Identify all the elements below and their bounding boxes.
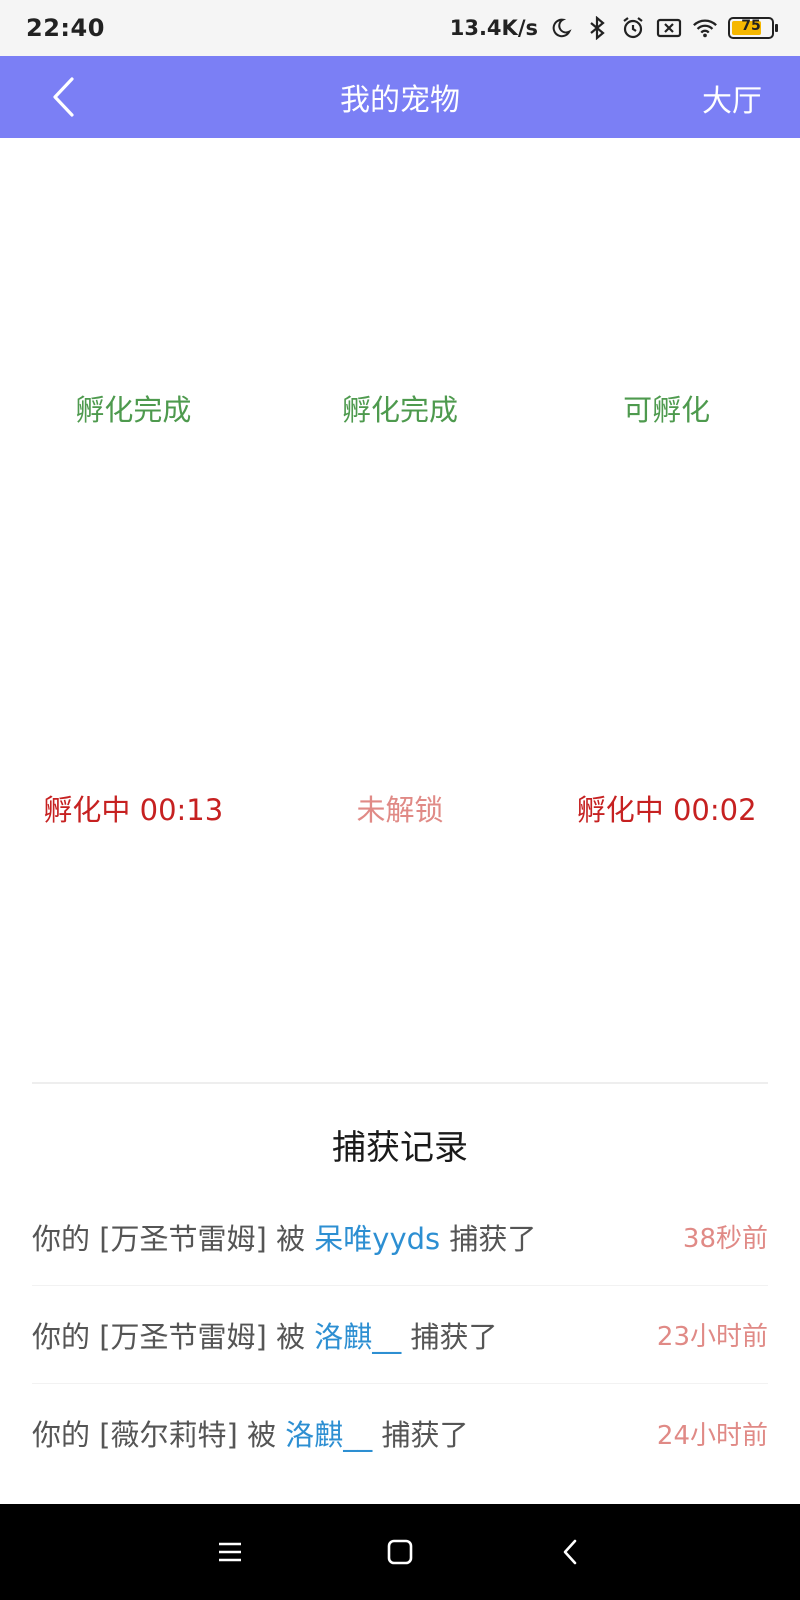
app-header: 我的宠物 大厅 xyxy=(0,56,800,138)
record-time: 23小时前 xyxy=(656,1322,768,1352)
pet-slot-5[interactable]: 未解锁 xyxy=(267,748,534,868)
list-item: 你的 [万圣节雷姆] 被 洛麒__ 捕获了 23小时前 xyxy=(32,1286,768,1384)
divider xyxy=(32,1082,768,1084)
record-user-link[interactable]: 洛麒__ xyxy=(314,1320,401,1354)
network-speed: 13.4K/s xyxy=(449,16,538,40)
record-prefix: 你的 [万圣节雷姆] 被 xyxy=(32,1221,315,1256)
pet-row-2: 孵化中 00:13 未解锁 孵化中 00:02 xyxy=(0,748,800,868)
menu-button[interactable] xyxy=(210,1532,250,1572)
record-prefix: 你的 [万圣节雷姆] 被 xyxy=(32,1319,315,1354)
record-user-link[interactable]: 洛麒__ xyxy=(285,1418,372,1452)
page-title: 我的宠物 xyxy=(340,83,460,118)
sim-off-icon xyxy=(656,15,682,41)
records-list: 你的 [万圣节雷姆] 被 呆唯yyds 捕获了 38秒前 你的 [万圣节雷姆] … xyxy=(32,1188,768,1482)
record-suffix: 捕获了 xyxy=(440,1221,537,1256)
pet-slot-2[interactable]: 孵化完成 xyxy=(267,348,534,468)
pet-slot-6[interactable]: 孵化中 00:02 xyxy=(533,748,800,868)
record-text: 你的 [薇尔莉特] 被 洛麒__ 捕获了 xyxy=(32,1412,469,1454)
pet-row-1: 孵化完成 孵化完成 可孵化 xyxy=(0,348,800,468)
system-nav-bar xyxy=(0,1504,800,1600)
record-prefix: 你的 [薇尔莉特] 被 xyxy=(32,1418,286,1452)
pet-slot-3[interactable]: 可孵化 xyxy=(533,348,800,468)
record-time: 38秒前 xyxy=(682,1224,768,1254)
home-icon xyxy=(387,1539,413,1565)
pet-slot-4[interactable]: 孵化中 00:13 xyxy=(0,748,267,868)
record-suffix: 捕获了 xyxy=(401,1319,498,1354)
back-button[interactable] xyxy=(40,74,86,120)
battery-level: 75 xyxy=(741,18,761,34)
record-time: 24小时前 xyxy=(656,1420,768,1451)
status-time: 22:40 xyxy=(26,14,105,42)
alarm-icon xyxy=(620,15,646,41)
records-title: 捕获记录 xyxy=(332,1128,468,1168)
pet-slot-1[interactable]: 孵化完成 xyxy=(0,348,267,468)
bluetooth-icon xyxy=(584,15,610,41)
list-item: 你的 [薇尔莉特] 被 洛麒__ 捕获了 24小时前 xyxy=(32,1384,768,1482)
list-item: 你的 [万圣节雷姆] 被 呆唯yyds 捕获了 38秒前 xyxy=(32,1188,768,1286)
moon-icon xyxy=(548,15,574,41)
home-button[interactable] xyxy=(380,1532,420,1572)
status-icons: 13.4K/s 75 xyxy=(449,15,778,41)
hall-button[interactable]: 大厅 xyxy=(702,76,762,120)
chevron-left-icon xyxy=(53,77,74,117)
status-bar: 22:40 13.4K/s 75 xyxy=(0,0,800,56)
nav-back-button[interactable] xyxy=(550,1532,590,1572)
record-text: 你的 [万圣节雷姆] 被 洛麒__ 捕获了 xyxy=(32,1314,498,1356)
menu-icon xyxy=(219,1542,241,1562)
record-suffix: 捕获了 xyxy=(372,1418,469,1452)
record-text: 你的 [万圣节雷姆] 被 呆唯yyds 捕获了 xyxy=(32,1216,536,1258)
back-icon xyxy=(563,1539,577,1565)
wifi-icon xyxy=(692,15,718,41)
record-user-link[interactable]: 呆唯yyds xyxy=(314,1222,440,1256)
battery-icon: 75 xyxy=(728,17,778,39)
